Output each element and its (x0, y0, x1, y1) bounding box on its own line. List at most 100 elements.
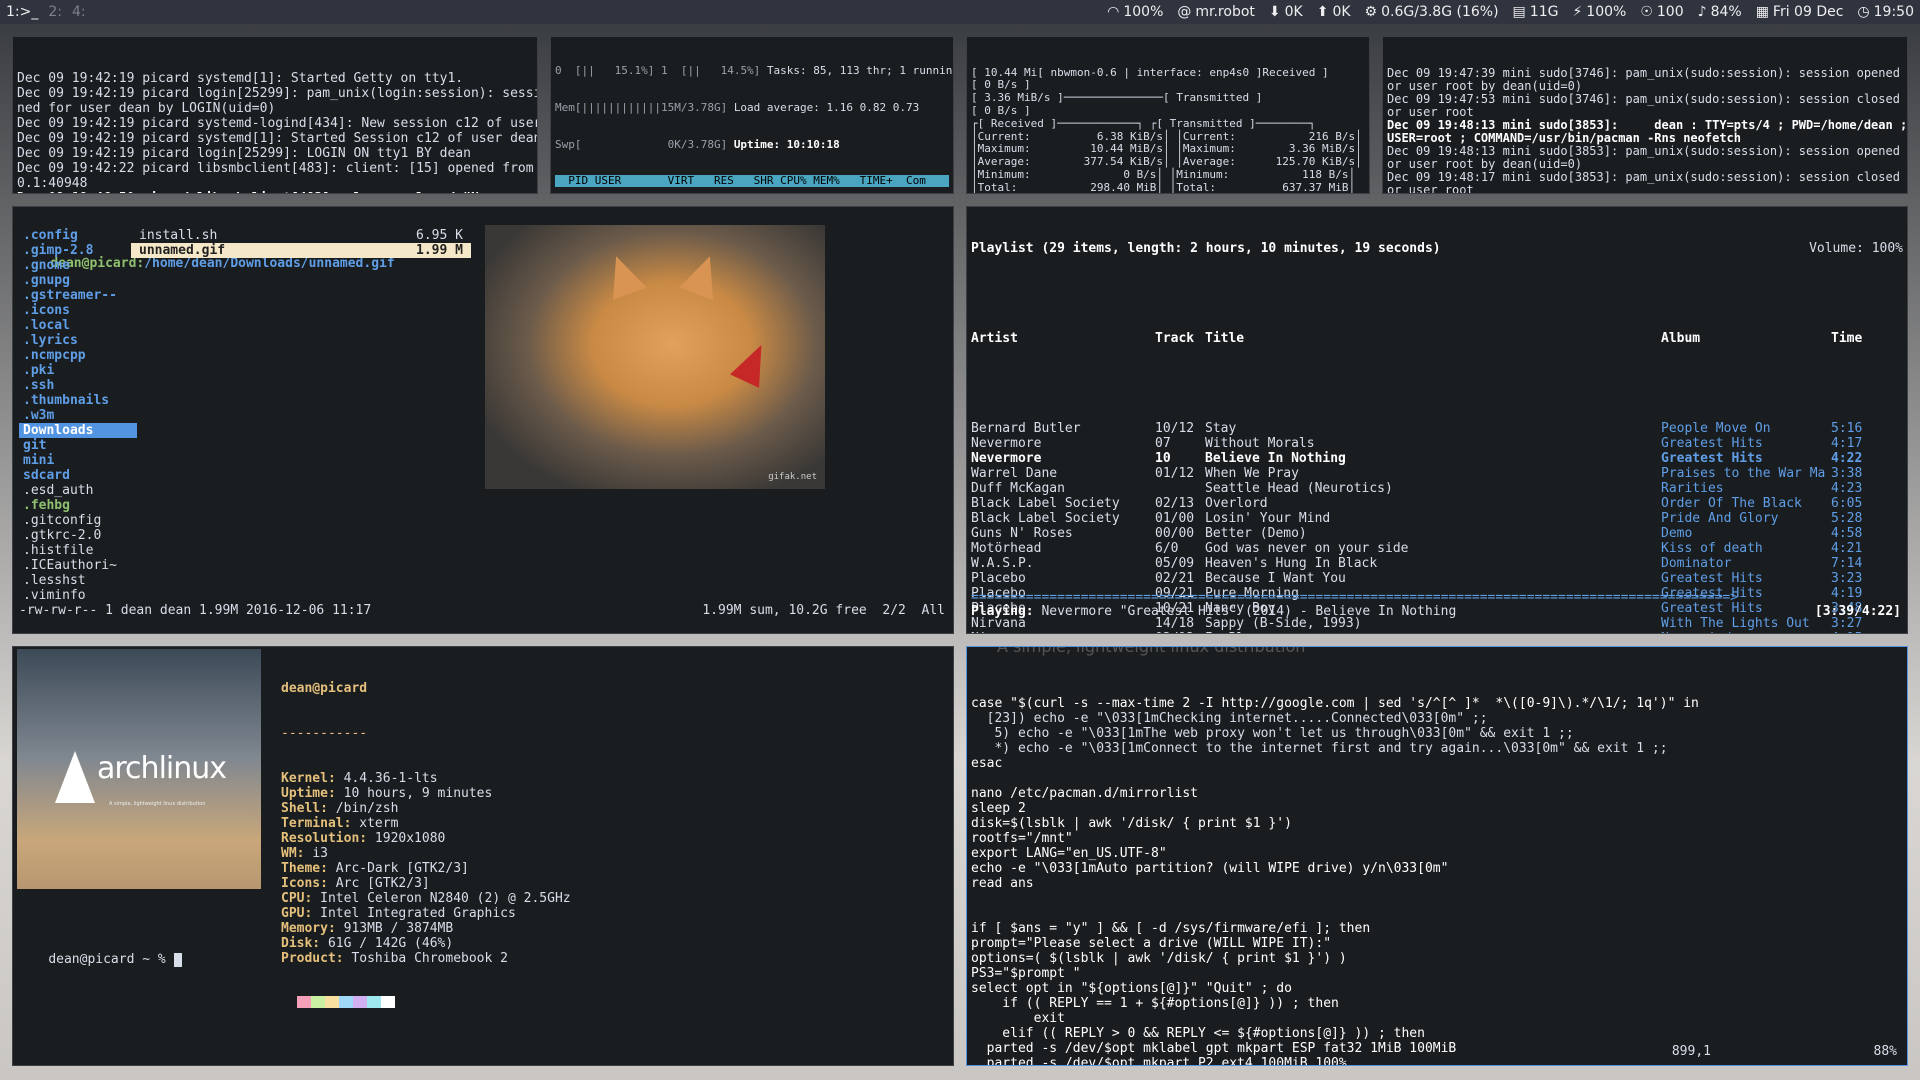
status-item[interactable]: ⬆ 0K (1317, 4, 1351, 20)
code-line[interactable]: parted -s /dev/$opt mkpart P2 ext4 100Mi… (971, 1056, 1903, 1065)
ranger-entry[interactable]: .viminfo (19, 588, 137, 603)
progress-bar[interactable]: ========================================… (971, 590, 1901, 605)
code-line[interactable]: rootfs="/mnt" (971, 831, 1903, 846)
code-line[interactable] (971, 771, 1903, 786)
status-item[interactable]: @ mr.robot (1177, 4, 1255, 20)
status-item[interactable]: ⬇ 0K (1269, 4, 1303, 20)
htop-terminal[interactable]: 0 [|| 15.1%] 1 [|| 14.5%] Tasks: 85, 113… (550, 36, 954, 194)
ranger-entry[interactable]: .histfile (19, 543, 137, 558)
playlist-row[interactable]: Motörhead 6/0 God was never on your side Ki… (971, 541, 1903, 556)
code-line[interactable]: options=( $(lsblk | awk '/disk/ { print … (971, 951, 1903, 966)
ranger-file[interactable]: unnamed.gif 1.99 M (131, 243, 471, 258)
playlist-row[interactable]: Black Label Society 01/00 Losin' Your Mind… (971, 511, 1903, 526)
code-line[interactable]: nano /etc/pacman.d/mirrorlist (971, 786, 1903, 801)
ranger-entry[interactable]: .lyrics (19, 333, 137, 348)
playlist-row[interactable]: Bernard Butler 10/12 Stay People Move On 5:1… (971, 421, 1903, 436)
neofetch-terminal[interactable]: archlinux A simple, lightweight linux di… (12, 646, 954, 1066)
playlist-row[interactable]: Nirvana02/12In BloomNevermind4:15 (971, 631, 1903, 633)
shell-prompt[interactable]: dean@picard ~ % (17, 937, 182, 982)
ranger-entry[interactable]: mini (19, 453, 137, 468)
htop-header[interactable]: PID USER VIRT RES SHR CPU% MEM% TIME+ Co… (555, 175, 949, 188)
column-artist[interactable]: Artist (971, 331, 1155, 346)
ranger-entry[interactable]: .lesshst (19, 573, 137, 588)
code-line[interactable]: parted -s /dev/$opt mklabel gpt mkpart E… (971, 1041, 1903, 1056)
code-line[interactable]: disk=$(lsblk | awk '/disk/ { print $1 }'… (971, 816, 1903, 831)
ranger-entry[interactable]: .gimp-2.8 (19, 243, 137, 258)
status-item[interactable]: ⚡ 100% (1572, 4, 1626, 20)
playlist-row[interactable]: Warrel Dane 01/12 When We Pray Praises to t… (971, 466, 1903, 481)
ranger-entry[interactable]: .icons (19, 303, 137, 318)
code-line[interactable]: PS3="$prompt " (971, 966, 1903, 981)
column-album[interactable]: Album (1661, 331, 1831, 346)
status-item[interactable]: ◠ 100% (1107, 4, 1163, 20)
column-time[interactable]: Time (1831, 331, 1871, 346)
code-line[interactable]: esac (971, 756, 1903, 771)
playlist-row[interactable]: Placebo 02/21 Because I Want You Greatest H… (971, 571, 1903, 586)
playlist-row[interactable]: W.A.S.P. 05/09 Heaven's Hung In Black Domin… (971, 556, 1903, 571)
ranger-entry[interactable]: .pki (19, 363, 137, 378)
status-item[interactable]: ▦ Fri 09 Dec (1756, 4, 1844, 20)
track-number: 02/13 (1155, 496, 1195, 511)
code-line[interactable]: case "$(curl -s --max-time 2 -I http://g… (971, 696, 1903, 711)
nbwmon-line: [ 0 B/s ] (971, 103, 1031, 117)
volume-indicator[interactable]: Volume: 100% (1809, 241, 1903, 256)
ranger-entry[interactable]: .gnupg (19, 273, 137, 288)
code-line[interactable]: read ans (971, 876, 1903, 891)
code-line[interactable]: echo -e "\033[1mAuto partition? (will WI… (971, 861, 1903, 876)
code-line[interactable]: [23]) echo -e "\033[1mChecking internet.… (971, 711, 1903, 726)
workspace-4[interactable]: 4: (72, 4, 86, 20)
playlist-row[interactable]: Black Label Society 02/13 Overlord Order Of… (971, 496, 1903, 511)
ncmpcpp-terminal[interactable]: Playlist (29 items, length: 2 hours, 10 … (966, 206, 1908, 634)
playlist-row[interactable]: Guns N' Roses 00/00 Better (Demo) Demo 4:58 (971, 526, 1903, 541)
ranger-entry[interactable]: .gnome (19, 258, 137, 273)
status-text: 11G (1529, 4, 1559, 20)
ranger-entry[interactable]: .ncmpcpp (19, 348, 137, 363)
code-line[interactable] (971, 891, 1903, 906)
code-line[interactable]: 5) echo -e "\033[1mThe web proxy won't l… (971, 726, 1903, 741)
playlist-row[interactable]: Nevermore 07 Without Morals Greatest Hits 4:… (971, 436, 1903, 451)
ranger-entry[interactable]: .gstreamer-- (19, 288, 137, 303)
ranger-entry[interactable]: sdcard (19, 468, 137, 483)
playlist-row[interactable]: Duff McKagan Seattle Head (Neurotics) Rari… (971, 481, 1903, 496)
ranger-entry[interactable]: .gtkrc-2.0 (19, 528, 137, 543)
ranger-entry[interactable]: .fehbg (19, 498, 137, 513)
ranger-entry[interactable]: git (19, 438, 137, 453)
status-item[interactable]: ☉ 100 (1640, 4, 1683, 20)
code-line[interactable]: prompt="Please select a drive (WILL WIPE… (971, 936, 1903, 951)
playlist-row[interactable]: Nevermore 10 Believe In Nothing Greatest Hi… (971, 451, 1903, 466)
ranger-entry[interactable]: .config (19, 228, 137, 243)
status-item[interactable]: ▤ 11G (1513, 4, 1559, 20)
ranger-entry[interactable]: .esd_auth (19, 483, 137, 498)
code-line[interactable]: export LANG="en_US.UTF-8" (971, 846, 1903, 861)
ranger-terminal[interactable]: dean@picard:/home/dean/Downloads/unnamed… (12, 206, 954, 634)
code-line[interactable]: select opt in "${options[@]}" "Quit" ; d… (971, 981, 1903, 996)
ranger-file[interactable]: install.sh 6.95 K (131, 228, 471, 243)
code-line[interactable]: if (( REPLY == 1 + ${#options[@]} )) ; t… (971, 996, 1903, 1011)
code-line[interactable]: elif (( REPLY > 0 && REPLY <= ${#options… (971, 1026, 1903, 1041)
nbwmon-terminal[interactable]: [ 10.44 Mi[ nbwmon-0.6 | interface: enp4… (966, 36, 1370, 194)
track-time: 6:05 (1831, 496, 1863, 511)
ranger-entry[interactable]: .ssh (19, 378, 137, 393)
code-line[interactable]: if [ $ans = "y" ] && [ -d /sys/firmware/… (971, 921, 1903, 936)
vim-terminal[interactable]: A simple, lightweight linux distribution… (966, 646, 1908, 1066)
journal-terminal-left[interactable]: Dec 09 19:42:19 picard systemd[1]: Start… (12, 36, 538, 194)
status-item[interactable]: ⚙ 0.6G/3.8G (16%) (1365, 4, 1499, 20)
code-line[interactable] (971, 906, 1903, 921)
code-line[interactable]: exit (971, 1011, 1903, 1026)
ranger-entry[interactable]: .gitconfig (19, 513, 137, 528)
code-line[interactable]: sleep 2 (971, 801, 1903, 816)
workspace-1[interactable]: 1:>_ (6, 4, 38, 20)
status-item[interactable]: ◷ 19:50 (1857, 4, 1914, 20)
ranger-entry[interactable]: .ICEauthori~ (19, 558, 137, 573)
status-item[interactable]: ♪ 84% (1698, 4, 1742, 20)
sysinfo-value: xterm (359, 816, 399, 831)
column-title[interactable]: Title (1205, 331, 1661, 346)
code-line[interactable]: *) echo -e "\033[1mConnect to the intern… (971, 741, 1903, 756)
ranger-entry[interactable]: Downloads (19, 423, 137, 438)
journal-terminal-right[interactable]: Dec 09 19:47:39 mini sudo[3746]: pam_uni… (1382, 36, 1908, 194)
ranger-entry[interactable]: .w3m (19, 408, 137, 423)
column-track[interactable]: Track (1155, 331, 1205, 346)
ranger-entry[interactable]: .local (19, 318, 137, 333)
workspace-2[interactable]: 2: (48, 4, 62, 20)
ranger-entry[interactable]: .thumbnails (19, 393, 137, 408)
